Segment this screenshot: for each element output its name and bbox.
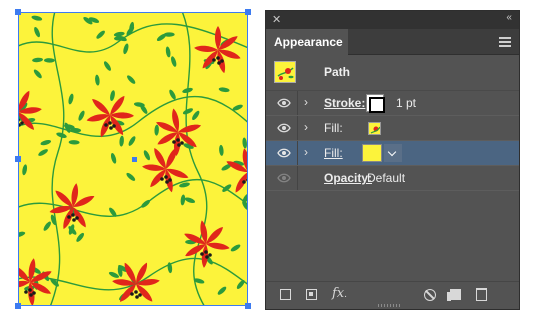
leaf [123,43,129,55]
fill-yellow-swatch[interactable] [362,144,382,162]
leaf [95,74,100,86]
eye-icon[interactable] [277,172,291,184]
leaf [33,69,42,79]
leaf [170,56,177,67]
fill-pattern-row[interactable]: › Fill: [266,116,519,141]
leaf [165,46,171,58]
leaf [78,110,85,121]
leaf [103,61,112,71]
appearance-panel: ✕ ‹‹ Appearance Path › Stroke: 1 pt › Fi… [265,10,520,310]
add-new-stroke-icon[interactable] [280,289,291,300]
leaf [18,231,26,238]
panel-menu-icon[interactable] [499,37,511,47]
fill-label[interactable]: Fill: [324,146,343,160]
leaf [143,150,151,161]
selection-handle-top-right[interactable] [245,9,251,15]
leaf [96,30,105,39]
leaf [184,197,196,204]
leaf [242,201,248,211]
flower [18,90,42,136]
opacity-label[interactable]: Opacity: [324,171,372,185]
panel-tabbar: Appearance [266,29,519,55]
vine-stem [49,12,65,306]
leaf [169,89,176,100]
add-new-fill-icon[interactable] [306,289,317,300]
leaf [76,232,85,242]
leaf [110,153,117,164]
leaf [128,136,136,146]
leaf [22,164,28,176]
opacity-row[interactable]: Opacity: Default [266,166,519,191]
collapse-panel-icon[interactable]: ‹‹ [506,12,512,23]
fill-yellow-row[interactable]: › Fill: [266,141,519,166]
leaf [32,57,44,63]
leaf [154,124,159,136]
leaf [34,26,41,38]
leaf [113,31,125,37]
tab-appearance[interactable]: Appearance [266,29,348,55]
leaf [43,58,55,63]
leaf [182,108,194,115]
leaf [40,140,52,146]
resize-grip[interactable] [378,304,402,307]
delete-item-icon[interactable] [476,288,487,301]
leaf [242,137,247,149]
leaf [180,194,186,206]
selection-handle-bottom-left[interactable] [15,303,21,309]
selection-center-point [132,157,137,162]
path-header-row: Path [266,55,519,91]
leaf [127,75,136,84]
path-thumbnail [274,61,296,83]
duplicate-item-icon[interactable] [447,289,461,301]
stroke-weight-value[interactable]: 1 pt [396,96,416,110]
leaf [31,15,43,21]
panel-footer-toolbar: fx. [266,281,519,309]
leaf [38,149,48,156]
leaf [68,140,80,145]
leaf [110,90,115,102]
panel-titlebar: ✕ ‹‹ [266,11,519,29]
stroke-color-swatch[interactable] [366,94,385,113]
leaf [219,144,224,156]
chevron-right-icon[interactable]: › [304,120,308,134]
fill-swatch-dropdown[interactable] [384,144,402,162]
clear-appearance-icon[interactable] [424,289,436,301]
fill-label[interactable]: Fill: [324,121,343,135]
appearance-rows: Path › Stroke: 1 pt › Fill: › Fill: Opac… [266,55,519,191]
opacity-value[interactable]: Default [367,171,405,185]
leaf [192,110,200,121]
flower [86,95,134,138]
path-label: Path [324,65,351,79]
eye-icon[interactable] [277,147,291,159]
leaf [141,199,151,208]
stroke-row[interactable]: › Stroke: 1 pt [266,91,519,116]
leaf [43,221,51,231]
stroke-label[interactable]: Stroke: [324,96,365,110]
leaf [236,280,245,289]
close-icon[interactable]: ✕ [272,13,281,26]
flower [194,26,241,74]
selection-handle-top-left[interactable] [15,9,21,15]
leaf [218,87,230,93]
fill-pattern-swatch[interactable] [368,122,381,135]
add-effect-icon[interactable]: fx. [332,286,347,301]
leaf [156,33,167,42]
chevron-right-icon[interactable]: › [304,145,308,159]
chevron-right-icon[interactable]: › [304,95,308,109]
selection-handle-bottom-right[interactable] [245,303,251,309]
eye-icon[interactable] [277,122,291,134]
selection-handle-middle-left[interactable] [15,156,21,162]
leaf [126,172,136,181]
leaf [119,135,124,147]
leaf [230,244,241,252]
eye-icon[interactable] [277,97,291,109]
leaf [68,93,74,105]
leaf [217,286,227,295]
